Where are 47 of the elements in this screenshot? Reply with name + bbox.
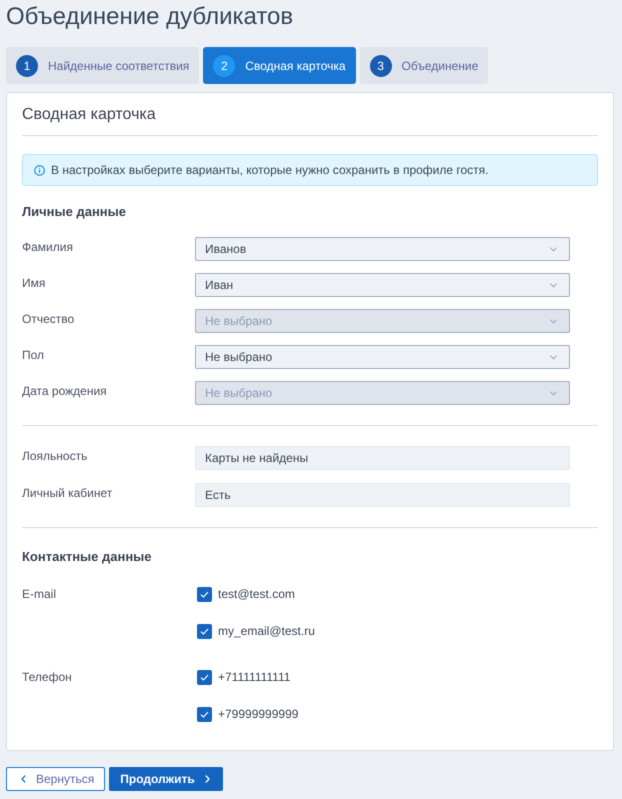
- field-label: Отчество: [22, 311, 74, 327]
- step-tab[interactable]: 1 Найденные соответствия: [6, 47, 200, 84]
- chevron-right-icon: [204, 775, 210, 783]
- checkbox[interactable]: [197, 670, 212, 684]
- checkbox[interactable]: [197, 624, 212, 638]
- chevron-down-icon: [550, 354, 557, 360]
- field-label: E-mail: [22, 586, 56, 602]
- info-text: В настройках выберите варианты, которые нужно сохранить в профиле гостя.: [51, 163, 488, 177]
- option-text: my_email@test.ru: [218, 624, 315, 638]
- check-icon: [200, 590, 209, 598]
- chevron-down-icon: [550, 390, 557, 396]
- info-icon: [34, 164, 45, 176]
- section-heading: Личные данные: [22, 203, 126, 221]
- step-number: 1: [16, 54, 38, 76]
- field-label: Пол: [22, 347, 44, 363]
- check-icon: [200, 628, 209, 634]
- section-heading: Контактные данные: [22, 548, 152, 566]
- field-label: Фамилия: [22, 239, 73, 255]
- option-text: +79999999999: [218, 707, 298, 721]
- step-tab[interactable]: 2 Сводная карточка: [203, 47, 356, 84]
- check-icon: [200, 710, 209, 718]
- chevron-down-icon: [550, 282, 557, 288]
- field-label: Лояльность: [22, 448, 88, 464]
- checkbox[interactable]: [197, 706, 212, 722]
- check-icon: [200, 674, 209, 680]
- field-label: Телефон: [22, 669, 72, 685]
- continue-button[interactable]: Продолжить: [109, 767, 223, 791]
- step-number: 3: [370, 54, 392, 76]
- step-tab[interactable]: 3 Объединение: [360, 47, 488, 84]
- back-button[interactable]: Вернуться: [6, 767, 106, 791]
- chevron-left-icon: [21, 775, 26, 783]
- field-label: Имя: [22, 275, 46, 291]
- chevron-down-icon: [550, 246, 557, 252]
- readonly-field: Карты не найдены: [195, 446, 570, 470]
- option-text: +71111111111: [218, 670, 290, 684]
- option-text: test@test.com: [218, 587, 295, 601]
- field-label: Личный кабинет: [22, 485, 112, 501]
- card-title: Сводная карточка: [22, 105, 156, 125]
- chevron-down-icon: [550, 318, 557, 324]
- readonly-field: Есть: [195, 483, 570, 507]
- step-number: 2: [213, 54, 236, 76]
- select-field[interactable]: Иванов: [195, 237, 570, 261]
- checkbox[interactable]: [197, 586, 212, 602]
- field-label: Дата рождения: [22, 383, 107, 399]
- select-field[interactable]: Не выбрано: [195, 345, 570, 369]
- page-title: Объединение дубликатов: [6, 2, 294, 32]
- select-field[interactable]: Иван: [195, 273, 570, 297]
